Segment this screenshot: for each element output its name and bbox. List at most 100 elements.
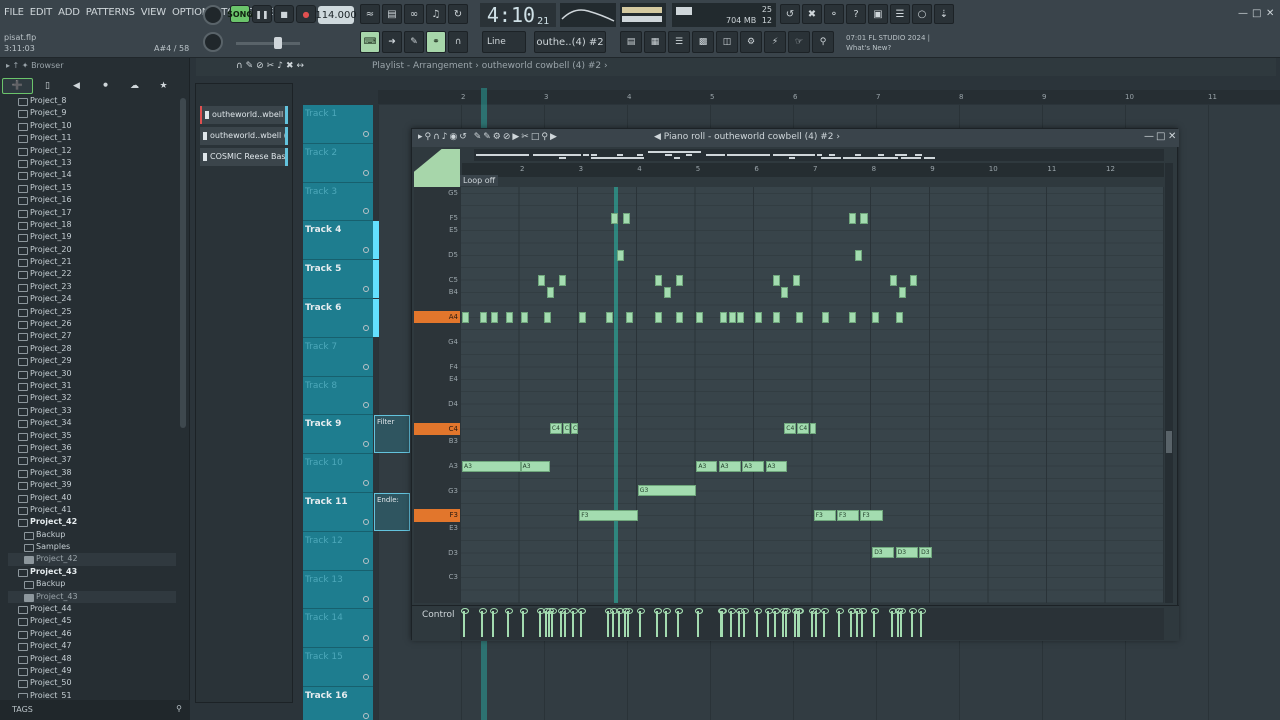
note[interactable] bbox=[772, 274, 780, 286]
track-header[interactable]: Track 10 bbox=[303, 454, 373, 493]
track-header[interactable]: Track 12 bbox=[303, 531, 373, 571]
velocity-bar[interactable] bbox=[809, 608, 818, 637]
velocity-bar[interactable] bbox=[561, 608, 570, 637]
note[interactable] bbox=[655, 274, 663, 286]
browser-item[interactable]: Project_42 bbox=[8, 553, 176, 566]
tags-bar[interactable]: TAGS ⚲ bbox=[0, 700, 190, 720]
note[interactable] bbox=[872, 311, 880, 323]
note[interactable] bbox=[538, 274, 546, 286]
note[interactable]: A3 bbox=[696, 460, 718, 472]
piano-key[interactable]: G5 bbox=[414, 187, 460, 199]
piano-key[interactable]: E3 bbox=[414, 522, 460, 534]
velocity-bar[interactable] bbox=[490, 608, 499, 637]
note[interactable] bbox=[910, 274, 918, 286]
note[interactable]: C4 bbox=[570, 423, 579, 435]
piano-key[interactable]: F5 bbox=[414, 212, 460, 224]
browser-item[interactable]: Project_38 bbox=[8, 467, 176, 479]
note[interactable] bbox=[605, 311, 613, 323]
browser-item[interactable]: Project_21 bbox=[8, 256, 176, 268]
piano-key[interactable]: G3 bbox=[414, 485, 460, 497]
velocity-bar[interactable] bbox=[764, 608, 773, 637]
track-mute-icon[interactable] bbox=[363, 324, 369, 331]
velocity-bar[interactable] bbox=[654, 608, 663, 637]
browser-item[interactable]: Project_29 bbox=[8, 355, 176, 367]
piano-key[interactable]: C3 bbox=[414, 571, 460, 583]
countdown-icon[interactable]: ∞ bbox=[404, 4, 424, 24]
velocity-bar[interactable] bbox=[504, 608, 513, 637]
track-header[interactable]: Track 5 bbox=[303, 260, 379, 299]
browser-item[interactable]: Project_35 bbox=[8, 430, 176, 442]
track-header[interactable]: Track 7 bbox=[303, 337, 373, 377]
undo-icon[interactable]: ↺ bbox=[780, 4, 800, 24]
velocity-bar[interactable] bbox=[727, 608, 736, 637]
track-header[interactable]: Track 13 bbox=[303, 570, 373, 610]
velocity-bar[interactable] bbox=[821, 608, 830, 637]
note[interactable] bbox=[696, 311, 704, 323]
browser-item[interactable]: Project_40 bbox=[8, 492, 176, 504]
note[interactable] bbox=[544, 311, 552, 323]
record-icon[interactable]: ● bbox=[296, 5, 316, 23]
velocity-bar[interactable] bbox=[478, 608, 487, 637]
piano-roll-corner[interactable] bbox=[414, 149, 460, 187]
piano-roll-scrollbar[interactable] bbox=[1165, 163, 1173, 603]
brush-icon[interactable]: ✎ bbox=[404, 31, 424, 53]
master-pitch-knob[interactable] bbox=[203, 32, 223, 52]
playlist-clip[interactable]: Endle: bbox=[374, 493, 410, 531]
browser-item[interactable]: Project_26 bbox=[8, 318, 176, 330]
note[interactable]: A3 bbox=[718, 460, 741, 472]
link-icon[interactable]: ⚭ bbox=[426, 31, 446, 53]
browser-item[interactable]: Project_11 bbox=[8, 132, 176, 144]
menu-file[interactable]: FILE bbox=[4, 7, 24, 18]
note[interactable]: F3 bbox=[860, 510, 883, 522]
piano-key[interactable]: D5 bbox=[414, 249, 460, 261]
browser-item[interactable]: Project_49 bbox=[8, 665, 176, 677]
browser-item[interactable]: Project_48 bbox=[8, 653, 176, 665]
note[interactable] bbox=[664, 286, 672, 298]
pause-icon[interactable]: ❚❚ bbox=[252, 5, 272, 23]
all-tab-icon[interactable]: ➕ bbox=[2, 78, 33, 94]
browser-item[interactable]: Project_20 bbox=[8, 244, 176, 256]
piano-key[interactable]: C4 bbox=[414, 422, 460, 435]
velocity-bar[interactable] bbox=[695, 608, 704, 637]
menu-view[interactable]: VIEW bbox=[141, 7, 166, 18]
velocity-bar[interactable] bbox=[918, 608, 927, 637]
note[interactable] bbox=[719, 311, 727, 323]
save-icon[interactable]: ▣ bbox=[868, 4, 888, 24]
piano-key[interactable]: E5 bbox=[414, 224, 460, 236]
piano-roll-tools[interactable]: ▸⚲∩♪◉↺ ✎✎⚙⊘▶✂□⚲▶ bbox=[418, 132, 559, 142]
track-header[interactable]: Track 14 bbox=[303, 609, 373, 649]
browser-item[interactable]: Backup bbox=[8, 529, 176, 541]
cart-icon[interactable]: ⚲ bbox=[812, 31, 834, 53]
piano-key[interactable]: A4 bbox=[414, 311, 460, 324]
playlist-tools[interactable]: ∩✎⊘✂♪✖↔ bbox=[236, 61, 307, 71]
pr-close-icon[interactable]: ✕ bbox=[1168, 131, 1176, 142]
track-mute-icon[interactable] bbox=[363, 635, 369, 642]
touch-icon[interactable]: ☞ bbox=[788, 31, 810, 53]
piano-key[interactable]: B4 bbox=[414, 286, 460, 298]
browser-item[interactable]: Project_30 bbox=[8, 368, 176, 380]
track-header[interactable]: Track 4 bbox=[303, 221, 379, 261]
help-icon[interactable]: ? bbox=[846, 4, 866, 24]
browser-item[interactable]: Project_32 bbox=[8, 392, 176, 404]
note[interactable] bbox=[617, 249, 625, 261]
note[interactable] bbox=[505, 311, 513, 323]
velocity-bar[interactable] bbox=[543, 608, 552, 637]
sounds-tab-icon[interactable]: ◀ bbox=[62, 78, 91, 94]
channel-rack-icon[interactable]: ▦ bbox=[644, 31, 666, 53]
close-icon[interactable]: ✕ bbox=[1266, 8, 1274, 19]
note[interactable]: C4 bbox=[562, 423, 570, 435]
note[interactable] bbox=[848, 212, 856, 224]
microphone-icon[interactable]: ⚬ bbox=[824, 4, 844, 24]
velocity-bar[interactable] bbox=[663, 608, 672, 637]
note[interactable]: A3 bbox=[462, 460, 521, 472]
playlist-clip[interactable]: Filter bbox=[374, 415, 410, 454]
browser-item[interactable]: Project_13 bbox=[8, 157, 176, 169]
velocity-bar[interactable] bbox=[578, 608, 587, 637]
track-header[interactable]: Track 3 bbox=[303, 182, 373, 222]
scrollbar-thumb[interactable] bbox=[1166, 431, 1172, 453]
piano-key[interactable]: A3 bbox=[414, 460, 460, 472]
note[interactable]: F3 bbox=[837, 510, 860, 522]
note[interactable] bbox=[520, 311, 528, 323]
browser-item[interactable]: Project_10 bbox=[8, 120, 176, 132]
pr-minimize-icon[interactable]: — bbox=[1144, 131, 1154, 142]
